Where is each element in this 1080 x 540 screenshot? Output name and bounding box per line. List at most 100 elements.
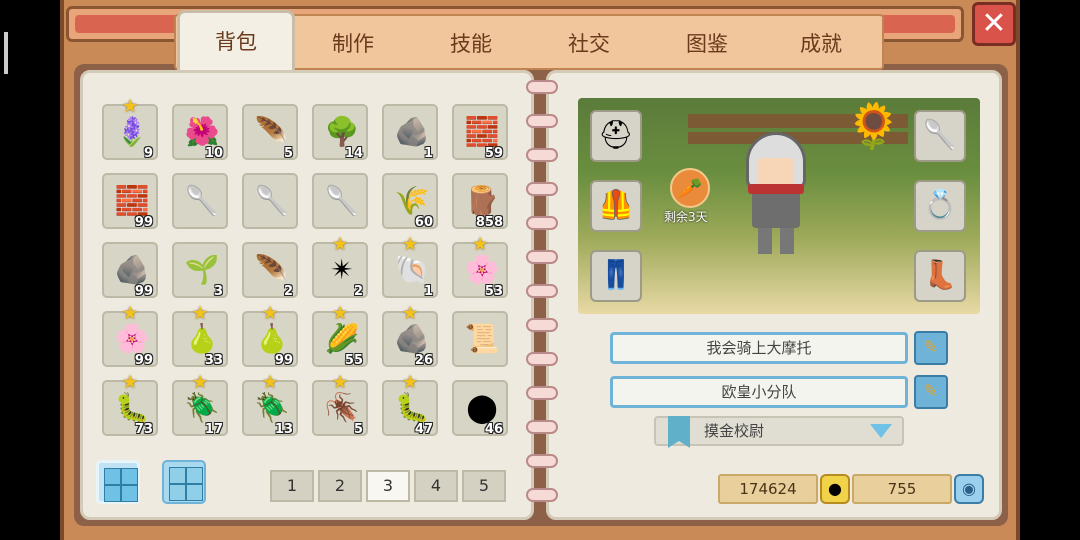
item-count: 99 <box>134 215 153 230</box>
tab-5[interactable]: 成就 <box>762 14 880 74</box>
item-count: 5 <box>353 422 363 437</box>
gem-amount: 755 <box>852 474 952 504</box>
inventory-slot[interactable]: 🌾 60 <box>382 173 438 230</box>
gold-coin-icon: ● <box>820 474 850 504</box>
inventory-slot[interactable]: 🪨 99 <box>102 242 158 299</box>
inventory-slot[interactable]: 🐛 ★ 47 <box>382 372 438 437</box>
item-count: 1 <box>423 284 433 299</box>
tab-0[interactable]: 背包 <box>177 10 295 74</box>
sea-urchin-icon: ✴ <box>330 253 354 286</box>
page-button-3[interactable]: 3 <box>366 470 410 502</box>
equip-ring-slot[interactable]: 💍 <box>914 180 966 232</box>
inventory-slot[interactable]: 🍐 ★ 99 <box>242 303 298 368</box>
inventory-slot[interactable]: 🌸 ★ 53 <box>452 234 508 299</box>
chest-armor-icon: 🦺 <box>598 188 634 221</box>
star-icon: ★ <box>262 372 279 393</box>
inventory-slot[interactable]: 🌽 ★ 55 <box>312 303 368 368</box>
list-view-button[interactable] <box>162 460 206 504</box>
pencil-icon: ✎ <box>923 337 939 358</box>
inventory-slot[interactable]: ✴ ★ 2 <box>312 234 368 299</box>
star-icon: ★ <box>262 303 279 324</box>
inventory-slot[interactable]: 🪶 5 <box>242 104 298 161</box>
item-count: 99 <box>274 353 293 368</box>
inventory-slot[interactable]: 🪳 ★ 5 <box>312 372 368 437</box>
notebook-rings <box>526 80 560 510</box>
caterpillar-icon: 🐛 <box>114 391 150 424</box>
inventory-slot[interactable]: 🪶 2 <box>242 242 298 299</box>
group-name-field[interactable]: 欧皇小分队 <box>610 376 908 408</box>
pebble-icon: 🪨 <box>394 115 430 148</box>
wood-branch-icon: 🪵 <box>464 184 500 217</box>
tab-3[interactable]: 社交 <box>530 14 648 74</box>
parchment-icon: 📜 <box>464 322 500 355</box>
close-button[interactable]: ✕ <box>972 2 1016 46</box>
edit-name-button[interactable]: ✎ <box>914 331 948 365</box>
item-count: 14 <box>344 146 363 161</box>
inventory-slot[interactable]: 🪵 858 <box>452 173 508 230</box>
inventory-slot[interactable]: 🪻 ★ 9 <box>102 96 158 161</box>
spoon-icon: 🥄 <box>184 184 220 217</box>
item-count: 13 <box>274 422 293 437</box>
ring <box>526 488 558 502</box>
star-icon: ★ <box>192 303 209 324</box>
inventory-slot[interactable]: 🍐 ★ 33 <box>172 303 228 368</box>
peach-blossom-icon: 🌸 <box>464 253 500 286</box>
inventory-slot[interactable]: 🥄 <box>172 173 228 229</box>
star-icon: ★ <box>122 96 139 117</box>
item-count: 33 <box>204 353 223 368</box>
player-name-field[interactable]: 我会骑上大摩托 <box>610 332 908 364</box>
item-count: 60 <box>414 215 433 230</box>
item-count: 26 <box>414 353 433 368</box>
inventory-slot[interactable]: ⬤ 46 <box>452 380 508 437</box>
item-count: 10 <box>204 146 223 161</box>
inventory-slot[interactable]: 🐛 ★ 73 <box>102 372 158 437</box>
ring <box>526 454 558 468</box>
title-dropdown[interactable]: 摸金校尉 <box>654 416 904 448</box>
inventory-slot[interactable]: 🪲 ★ 13 <box>242 372 298 437</box>
inventory-slot[interactable]: 🐚 ★ 1 <box>382 234 438 299</box>
inventory-slot[interactable]: 🪨 1 <box>382 104 438 161</box>
item-count: 3 <box>213 284 223 299</box>
inventory-slot[interactable]: 🌳 14 <box>312 104 368 161</box>
equip-boots-slot[interactable]: 👢 <box>914 250 966 302</box>
page-button-5[interactable]: 5 <box>462 470 506 502</box>
inventory-slot[interactable]: 🌺 10 <box>172 104 228 161</box>
inventory-slot[interactable]: 🥄 <box>312 173 368 229</box>
edge-marker <box>4 32 8 74</box>
inventory-slot[interactable]: 🪨 ★ 26 <box>382 303 438 368</box>
inventory-slot[interactable]: 🌱 3 <box>172 242 228 299</box>
ring <box>526 216 558 230</box>
equip-pants-slot[interactable]: 👖 <box>590 250 642 302</box>
item-count: 9 <box>143 146 153 161</box>
inventory-slot[interactable]: 📜 <box>452 311 508 367</box>
inventory-slot[interactable]: 🧱 99 <box>102 173 158 230</box>
equip-helmet-slot[interactable]: ⛑ <box>590 110 642 162</box>
buff-carrot-icon[interactable]: 🥕 <box>670 168 710 208</box>
ring <box>526 250 558 264</box>
ring <box>526 80 558 94</box>
equip-tool-slot[interactable]: 🥄 <box>914 110 966 162</box>
tab-4[interactable]: 图鉴 <box>648 14 766 74</box>
inventory-slot[interactable]: 🌸 ★ 99 <box>102 303 158 368</box>
title-value: 摸金校尉 <box>704 422 765 440</box>
page-button-1[interactable]: 1 <box>270 470 314 502</box>
gem-icon: ◉ <box>954 474 984 504</box>
chevron-down-icon <box>870 424 892 438</box>
peach-blossom-icon: 🌸 <box>114 322 150 355</box>
inventory-slot[interactable]: 🧱 59 <box>452 104 508 161</box>
tab-1[interactable]: 制作 <box>294 14 412 74</box>
star-icon: ★ <box>472 234 489 255</box>
page-button-4[interactable]: 4 <box>414 470 458 502</box>
ring <box>526 318 558 332</box>
green-gourd-icon: 🍐 <box>184 322 220 355</box>
item-count: 99 <box>134 353 153 368</box>
item-count: 5 <box>283 146 293 161</box>
equip-chest-slot[interactable]: 🦺 <box>590 180 642 232</box>
page-button-2[interactable]: 2 <box>318 470 362 502</box>
inventory-slot[interactable]: 🥄 <box>242 173 298 229</box>
edit-group-button[interactable]: ✎ <box>914 375 948 409</box>
blue-tree-icon: 🌳 <box>324 115 360 148</box>
tab-2[interactable]: 技能 <box>412 14 530 74</box>
grid-view-button[interactable] <box>96 460 140 504</box>
inventory-slot[interactable]: 🪲 ★ 17 <box>172 372 228 437</box>
